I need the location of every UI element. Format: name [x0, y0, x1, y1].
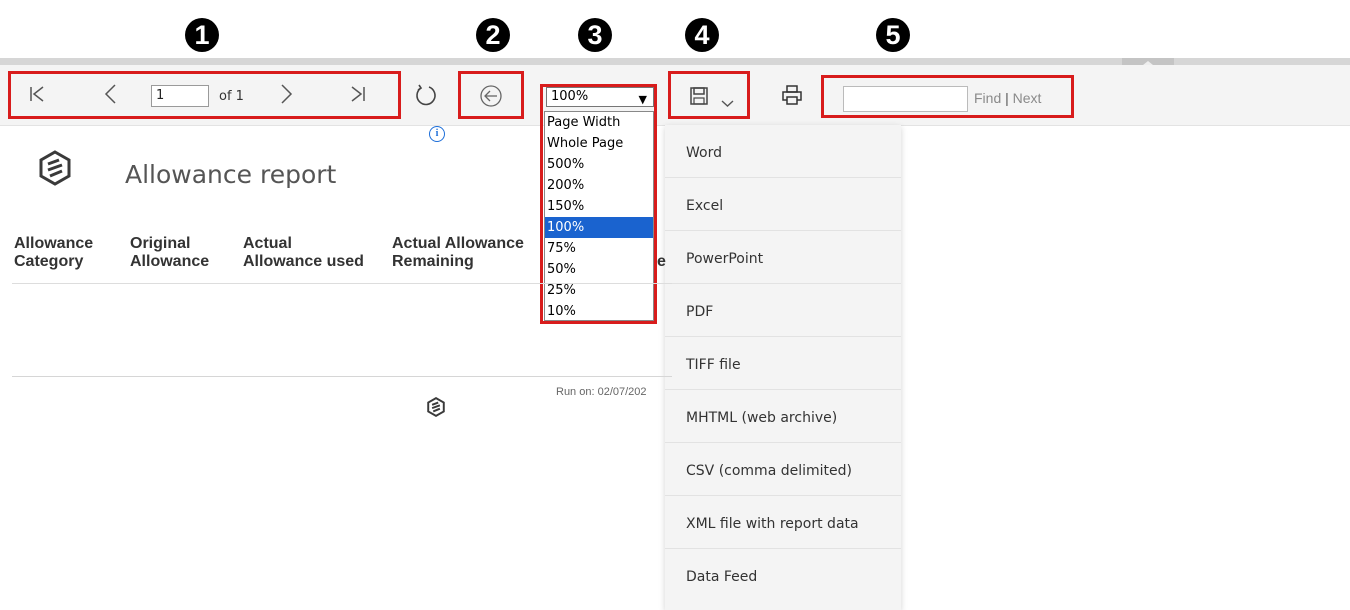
- run-on-date: Run on: 02/07/202: [556, 386, 647, 398]
- export-powerpoint[interactable]: PowerPoint: [665, 231, 901, 284]
- next-page-icon[interactable]: [280, 83, 294, 109]
- export-excel[interactable]: Excel: [665, 178, 901, 231]
- column-header-partial: e: [657, 253, 666, 270]
- find-next-links: Find | Next: [974, 90, 1041, 106]
- export-pdf[interactable]: PDF: [665, 284, 901, 337]
- export-tiff[interactable]: TIFF file: [665, 337, 901, 390]
- company-logo-icon: [37, 150, 73, 190]
- page-of-label: of 1: [219, 89, 244, 104]
- find-input[interactable]: [843, 86, 968, 112]
- callout-3: 3: [578, 18, 612, 52]
- export-menu: Word Excel PowerPoint PDF TIFF file MHTM…: [665, 125, 901, 610]
- export-highlight: [668, 71, 750, 119]
- export-csv[interactable]: CSV (comma delimited): [665, 443, 901, 496]
- back-arrow-icon[interactable]: [479, 84, 503, 112]
- footer-logo-icon: [426, 396, 446, 421]
- export-mhtml[interactable]: MHTML (web archive): [665, 390, 901, 443]
- zoom-highlight: [540, 84, 657, 324]
- find-link[interactable]: Find: [974, 90, 1001, 106]
- info-icon[interactable]: i: [429, 126, 445, 142]
- export-word[interactable]: Word: [665, 125, 901, 178]
- callout-4: 4: [685, 18, 719, 52]
- refresh-icon[interactable]: [414, 83, 438, 111]
- last-page-icon[interactable]: [350, 85, 366, 107]
- find-separator: |: [1005, 90, 1009, 106]
- export-xml[interactable]: XML file with report data: [665, 496, 901, 549]
- header-divider: [12, 283, 672, 284]
- column-header-remaining: Actual Allowance Remaining: [392, 235, 524, 270]
- footer-divider: [12, 376, 672, 377]
- report-title: Allowance report: [125, 160, 337, 189]
- next-link[interactable]: Next: [1013, 90, 1042, 106]
- callout-1: 1: [185, 18, 219, 52]
- callout-5: 5: [876, 18, 910, 52]
- export-data-feed[interactable]: Data Feed: [665, 549, 901, 602]
- previous-page-icon[interactable]: [103, 83, 117, 109]
- export-chevron-down-icon[interactable]: [721, 93, 734, 112]
- save-icon[interactable]: [689, 86, 709, 110]
- print-icon[interactable]: [781, 84, 803, 110]
- column-header-original: Original Allowance: [130, 235, 210, 270]
- column-header-category: Allowance Category: [14, 235, 94, 270]
- column-header-used: Actual Allowance used: [243, 235, 364, 270]
- page-number-input[interactable]: 1: [151, 85, 209, 107]
- first-page-icon[interactable]: [29, 85, 45, 108]
- callout-2: 2: [476, 18, 510, 52]
